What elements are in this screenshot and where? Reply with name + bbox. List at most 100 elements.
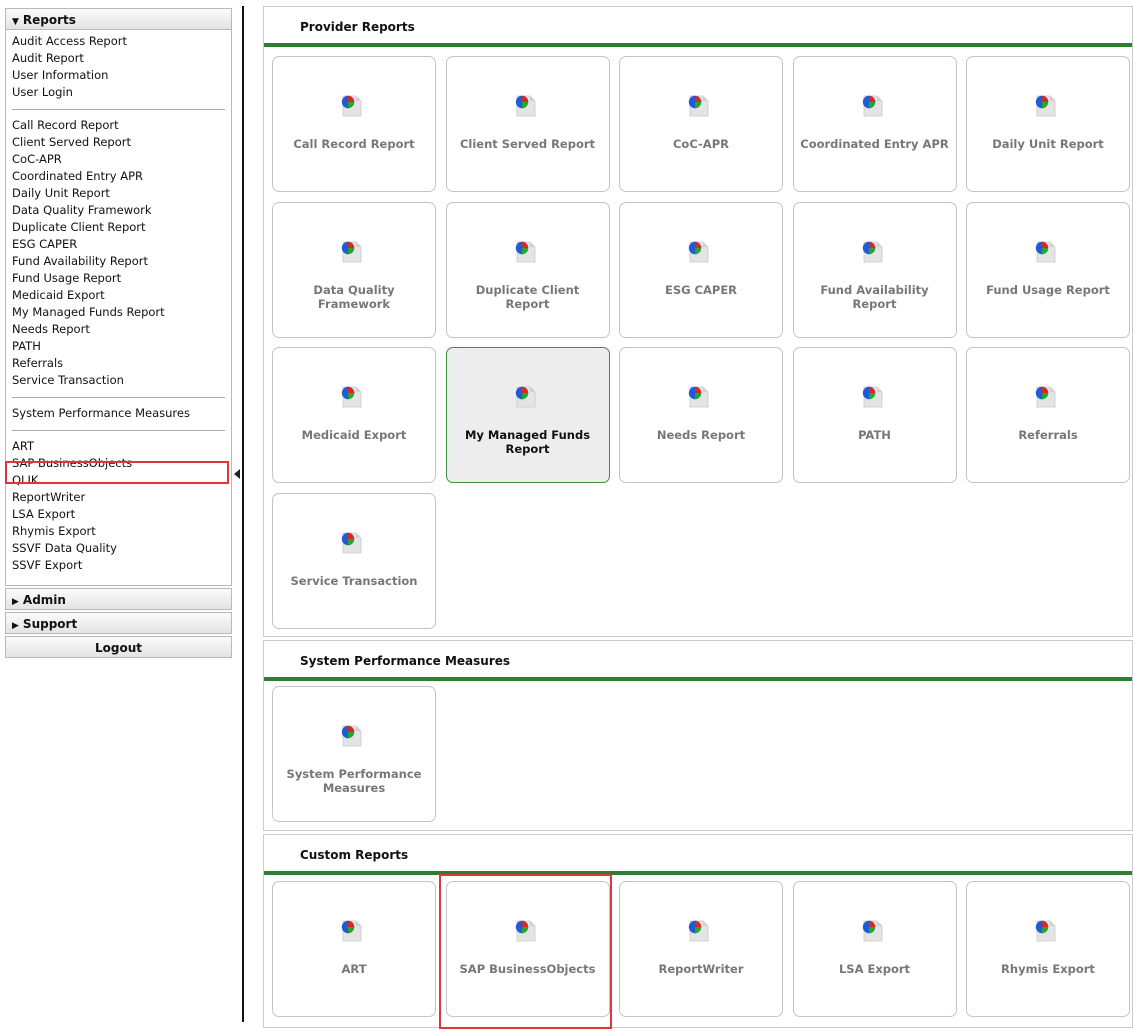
support-section-header[interactable]: ▶ Support [5, 612, 232, 634]
report-tile-label: Duplicate Client Report [475, 282, 580, 311]
menu-divider [12, 397, 225, 398]
menu-item-audit-report[interactable]: Audit Report [6, 50, 231, 67]
menu-item-service-transaction[interactable]: Service Transaction [6, 372, 231, 389]
reports-section-header[interactable]: ▼ Reports [5, 8, 232, 30]
provider-reports-panel: Provider Reports Call Record Report Clien… [263, 6, 1133, 637]
sidebar-divider[interactable] [242, 6, 244, 1022]
report-tile-referrals[interactable]: Referrals [966, 347, 1130, 483]
menu-item-coordinated-entry-apr[interactable]: Coordinated Entry APR [6, 168, 231, 185]
report-tile-esg-caper[interactable]: ESG CAPER [619, 201, 783, 338]
report-tile-coordinated-entry-apr[interactable]: Coordinated Entry APR [792, 56, 957, 192]
menu-item-fund-usage-report[interactable]: Fund Usage Report [6, 270, 231, 287]
menu-item-my-managed-funds-report[interactable]: My Managed Funds Report [6, 304, 231, 321]
report-chart-icon [511, 237, 537, 263]
report-chart-icon [337, 916, 363, 942]
menu-item-esg-caper[interactable]: ESG CAPER [6, 236, 231, 253]
support-section-title: Support [22, 617, 78, 631]
report-chart-icon [858, 91, 884, 117]
report-tile-path[interactable]: PATH [792, 347, 957, 483]
menu-item-daily-unit-report[interactable]: Daily Unit Report [6, 185, 231, 202]
report-tile-label: Call Record Report [293, 137, 415, 151]
admin-section-header[interactable]: ▶ Admin [5, 588, 232, 610]
menu-item-lsa-export[interactable]: LSA Export [6, 506, 231, 523]
menu-item-art[interactable]: ART [6, 438, 231, 455]
report-chart-icon [511, 91, 537, 117]
menu-item-duplicate-client-report[interactable]: Duplicate Client Report [6, 219, 231, 236]
report-tile-needs-report[interactable]: Needs Report [619, 347, 783, 483]
report-tile-label: Service Transaction [290, 573, 418, 588]
report-tile-label: ART [341, 962, 367, 976]
report-tile-reportwriter[interactable]: ReportWriter [619, 881, 783, 1017]
report-chart-icon [858, 237, 884, 263]
menu-item-data-quality-framework[interactable]: Data Quality Framework [6, 202, 231, 219]
caret-down-icon: ▼ [12, 17, 19, 27]
report-tile-my-managed-funds-report[interactable]: My Managed Funds Report [445, 347, 610, 483]
caret-right-icon: ▶ [12, 597, 19, 607]
menu-item-medicaid-export[interactable]: Medicaid Export [6, 287, 231, 304]
menu-item-client-served-report[interactable]: Client Served Report [6, 134, 231, 151]
menu-item-reportwriter[interactable]: ReportWriter [6, 489, 231, 506]
report-chart-icon [684, 91, 710, 117]
report-tile-daily-unit-report[interactable]: Daily Unit Report [966, 56, 1130, 192]
report-tile-rhymis-export[interactable]: Rhymis Export [966, 881, 1130, 1017]
report-tile-art[interactable]: ART [272, 881, 436, 1017]
menu-item-fund-availability-report[interactable]: Fund Availability Report [6, 253, 231, 270]
report-tile-client-served-report[interactable]: Client Served Report [445, 56, 610, 192]
sap-tile-highlight-box [438, 874, 612, 1029]
report-tile-label: System Performance Measures [286, 767, 422, 795]
report-tile-data-quality-framework[interactable]: Data Quality Framework [272, 201, 436, 338]
menu-item-user-information[interactable]: User Information [6, 67, 231, 84]
menu-item-ssvf-data-quality[interactable]: SSVF Data Quality [6, 540, 231, 557]
sidebar: ▼ Reports Audit Access Report Audit Report… [5, 8, 232, 658]
report-tile-call-record-report[interactable]: Call Record Report [272, 56, 436, 192]
menu-item-ssvf-export[interactable]: SSVF Export [6, 557, 231, 574]
logout-button[interactable]: Logout [5, 636, 232, 658]
report-tile-system-performance-measures[interactable]: System Performance Measures [272, 686, 436, 822]
menu-item-needs-report[interactable]: Needs Report [6, 321, 231, 338]
panel-title: System Performance Measures [264, 641, 1132, 681]
report-chart-icon [684, 237, 710, 263]
menu-item-referrals[interactable]: Referrals [6, 355, 231, 372]
report-chart-icon [511, 382, 537, 408]
panel-title: Provider Reports [264, 7, 1132, 47]
menu-item-system-performance-measures[interactable]: System Performance Measures [6, 405, 231, 422]
report-chart-icon [337, 528, 363, 554]
menu-item-user-login[interactable]: User Login [6, 84, 231, 101]
report-tile-label: LSA Export [838, 962, 911, 976]
menu-item-coc-apr[interactable]: CoC-APR [6, 151, 231, 168]
menu-item-path[interactable]: PATH [6, 338, 231, 355]
collapse-sidebar-icon[interactable] [234, 469, 240, 479]
report-chart-icon [337, 91, 363, 117]
report-tile-label: Daily Unit Report [992, 137, 1104, 151]
report-chart-icon [858, 382, 884, 408]
report-tile-label: PATH [858, 428, 891, 442]
report-tile-fund-usage-report[interactable]: Fund Usage Report [966, 201, 1130, 338]
admin-section-title: Admin [22, 593, 66, 607]
reports-menu: Audit Access Report Audit Report User Info… [5, 30, 232, 586]
report-tile-medicaid-export[interactable]: Medicaid Export [272, 347, 436, 483]
report-tile-duplicate-client-report[interactable]: Duplicate Client Report [445, 201, 610, 338]
custom-reports-panel: Custom Reports ART SAP BusinessObjects Rep… [263, 834, 1133, 1029]
report-tile-label: Coordinated Entry APR [800, 137, 949, 151]
report-tile-label: Fund Availability Report [820, 282, 929, 311]
report-tile-fund-availability-report[interactable]: Fund Availability Report [792, 201, 957, 338]
report-chart-icon [1031, 382, 1057, 408]
report-chart-icon [1031, 237, 1057, 263]
report-tile-lsa-export[interactable]: LSA Export [792, 881, 957, 1017]
report-tile-label: My Managed Funds Report [464, 428, 591, 456]
menu-item-call-record-report[interactable]: Call Record Report [6, 117, 231, 134]
report-chart-icon [1031, 91, 1057, 117]
report-chart-icon [337, 721, 363, 747]
report-tile-label: CoC-APR [672, 137, 729, 151]
menu-item-audit-access-report[interactable]: Audit Access Report [6, 33, 231, 50]
menu-item-rhymis-export[interactable]: Rhymis Export [6, 523, 231, 540]
report-tile-label: Needs Report [656, 428, 746, 442]
caret-right-icon: ▶ [12, 621, 19, 631]
report-chart-icon [684, 916, 710, 942]
system-performance-measures-panel: System Performance Measures System Perfo… [263, 640, 1133, 831]
report-tile-label: Rhymis Export [1001, 962, 1095, 976]
report-tile-service-transaction[interactable]: Service Transaction [272, 492, 436, 629]
panel-title: Custom Reports [264, 835, 1132, 875]
report-tile-coc-apr[interactable]: CoC-APR [619, 56, 783, 192]
reports-section-title: Reports [22, 13, 76, 27]
